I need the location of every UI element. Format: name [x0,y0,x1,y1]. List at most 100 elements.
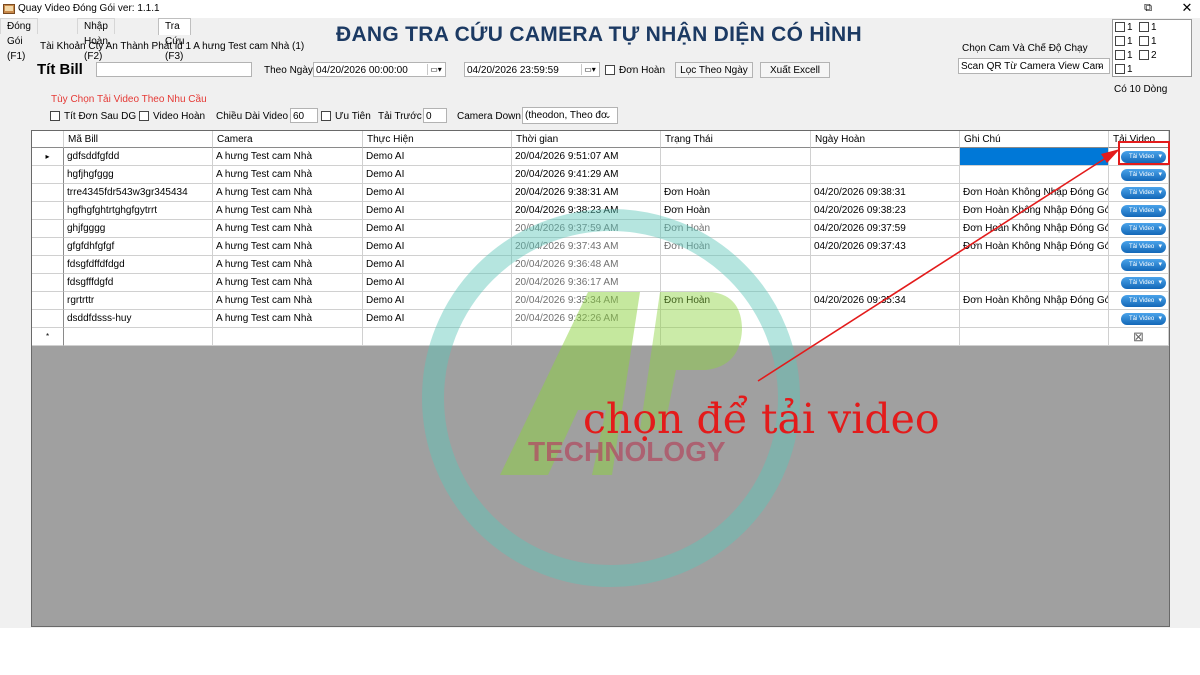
new-cell-note[interactable] [960,328,1109,346]
priority-checkbox[interactable] [321,111,331,121]
side-check-3[interactable]: 1 [1115,36,1133,48]
cell-bill[interactable]: gfgfdhfgfgf [64,238,213,256]
cell-status[interactable]: Đơn Hoàn [661,292,811,310]
table-row[interactable]: ghjfgggg A hưng Test cam Nhà Demo AI 20/04/… [32,220,1169,238]
camera-down-select[interactable]: (theodon, Theo đơ ⌄ [522,107,618,124]
cell-performed-by[interactable]: Demo AI [363,166,512,184]
cell-note[interactable] [960,310,1109,328]
cell-camera[interactable]: A hưng Test cam Nhà [213,148,363,166]
column-header-camera[interactable]: Camera [213,131,363,148]
cell-return-date[interactable]: 04/20/2026 09:38:23 [811,202,960,220]
cell-bill[interactable]: rgrtrttr [64,292,213,310]
table-row[interactable]: trre4345fdr543w3gr345434 A hưng Test cam … [32,184,1169,202]
download-video-button[interactable]: Tải Video ▾ [1121,223,1166,235]
table-row[interactable]: fdsgfffdgfd A hưng Test cam Nhà Demo AI 20/… [32,274,1169,292]
table-row[interactable]: rgrtrttr A hưng Test cam Nhà Demo AI 20/04/… [32,292,1169,310]
cell-status[interactable]: Đơn Hoàn [661,238,811,256]
cell-camera[interactable]: A hưng Test cam Nhà [213,166,363,184]
tit-bill-input[interactable] [96,62,252,77]
cell-note[interactable]: Đơn Hoàn Không Nhập Đóng Gó... [960,292,1109,310]
video-hoan-checkbox[interactable] [139,111,149,121]
cell-time[interactable]: 20/04/2026 9:37:59 AM [512,220,661,238]
cell-status[interactable] [661,274,811,292]
cell-time[interactable]: 20/04/2026 9:38:31 AM [512,184,661,202]
column-header-performed-by[interactable]: Thực Hiện [363,131,512,148]
row-header[interactable] [32,184,64,202]
cell-camera[interactable]: A hưng Test cam Nhà [213,274,363,292]
cell-performed-by[interactable]: Demo AI [363,310,512,328]
cell-time[interactable]: 20/04/2026 9:38:23 AM [512,202,661,220]
cell-performed-by[interactable]: Demo AI [363,184,512,202]
cell-camera[interactable]: A hưng Test cam Nhà [213,184,363,202]
date-to-picker[interactable]: 04/20/2026 23:59:59 ▭▾ [464,62,600,77]
cell-performed-by[interactable]: Demo AI [363,148,512,166]
side-check-1[interactable]: 1 [1115,22,1133,34]
row-header[interactable] [32,274,64,292]
filter-by-date-button[interactable]: Lọc Theo Ngày [675,62,753,78]
cell-performed-by[interactable]: Demo AI [363,274,512,292]
cell-status[interactable] [661,310,811,328]
download-video-button[interactable]: Tải Video ▾ [1121,151,1166,163]
new-row[interactable]: * ⊠ [32,328,1169,346]
cell-performed-by[interactable]: Demo AI [363,256,512,274]
cell-time[interactable]: 20/04/2026 9:36:17 AM [512,274,661,292]
download-video-button[interactable]: Tải Video ▾ [1121,313,1166,325]
don-hoan-checkbox[interactable] [605,65,615,75]
cell-return-date[interactable]: 04/20/2026 09:37:59 [811,220,960,238]
table-row[interactable]: dsddfdsss-huy A hưng Test cam Nhà Demo AI 2… [32,310,1169,328]
column-header-bill[interactable]: Mã Bill [64,131,213,148]
new-cell-return-date[interactable] [811,328,960,346]
cell-return-date[interactable]: 04/20/2026 09:35:34 [811,292,960,310]
cell-return-date[interactable] [811,310,960,328]
cell-note[interactable] [960,274,1109,292]
cell-performed-by[interactable]: Demo AI [363,220,512,238]
cell-note[interactable] [960,256,1109,274]
side-check-7[interactable]: 1 [1115,64,1133,76]
new-cell-status[interactable] [661,328,811,346]
cell-camera[interactable]: A hưng Test cam Nhà [213,310,363,328]
cell-note[interactable]: Đơn Hoàn Không Nhập Đóng Gó... [960,238,1109,256]
export-excel-button[interactable]: Xuất Excell [760,62,830,78]
row-pointer-icon[interactable]: ▸ [32,148,64,166]
table-row[interactable]: gfgfdhfgfgf A hưng Test cam Nhà Demo AI 20/… [32,238,1169,256]
calendar-dropdown-icon[interactable]: ▭▾ [581,64,598,75]
side-check-6[interactable]: 2 [1139,50,1157,62]
new-cell-time[interactable] [512,328,661,346]
cell-camera[interactable]: A hưng Test cam Nhà [213,292,363,310]
row-header[interactable] [32,202,64,220]
row-header[interactable] [32,238,64,256]
cell-bill[interactable]: fdsgfdffdfdgd [64,256,213,274]
cell-status[interactable] [661,148,811,166]
cell-time[interactable]: 20/04/2026 9:41:29 AM [512,166,661,184]
cell-note[interactable]: Đơn Hoàn Không Nhập Đóng Gó... [960,220,1109,238]
side-check-2[interactable]: 1 [1139,22,1157,34]
column-header-time[interactable]: Thời gian [512,131,661,148]
side-check-4[interactable]: 1 [1139,36,1157,48]
download-video-button[interactable]: Tải Video ▾ [1121,259,1166,271]
cell-camera[interactable]: A hưng Test cam Nhà [213,256,363,274]
cell-bill[interactable]: hgfjhgfggg [64,166,213,184]
side-check-5[interactable]: 1 [1115,50,1133,62]
cell-note[interactable] [960,148,1109,166]
tab-nhap-hoan[interactable]: Nhập Hoàn (F2) [77,18,115,62]
cell-note[interactable]: Đơn Hoàn Không Nhập Đóng Gó... [960,184,1109,202]
cell-camera[interactable]: A hưng Test cam Nhà [213,238,363,256]
cell-time[interactable]: 20/04/2026 9:32:26 AM [512,310,661,328]
cell-performed-by[interactable]: Demo AI [363,238,512,256]
table-row[interactable]: hgfhgfghtrtghgfgytrrt A hưng Test cam Nhà… [32,202,1169,220]
download-video-button[interactable]: Tải Video ▾ [1121,187,1166,199]
cell-note[interactable] [960,166,1109,184]
cell-bill[interactable]: ghjfgggg [64,220,213,238]
download-video-button[interactable]: Tải Video ▾ [1121,277,1166,289]
cell-bill[interactable]: trre4345fdr543w3gr345434 [64,184,213,202]
new-cell-bill[interactable] [64,328,213,346]
table-row[interactable]: ▸ gdfsddfgfdd A hưng Test cam Nhà Demo AI 20… [32,148,1169,166]
cell-bill[interactable]: hgfhgfghtrtghgfgytrrt [64,202,213,220]
close-icon[interactable]: ✕ [1180,1,1194,15]
tab-tra-cuu[interactable]: Tra Cứu (F3) [158,18,192,62]
download-video-button[interactable]: Tải Video ▾ [1121,295,1166,307]
cell-camera[interactable]: A hưng Test cam Nhà [213,220,363,238]
column-header-status[interactable]: Trạng Thái [661,131,811,148]
cell-time[interactable]: 20/04/2026 9:37:43 AM [512,238,661,256]
new-cell-camera[interactable] [213,328,363,346]
